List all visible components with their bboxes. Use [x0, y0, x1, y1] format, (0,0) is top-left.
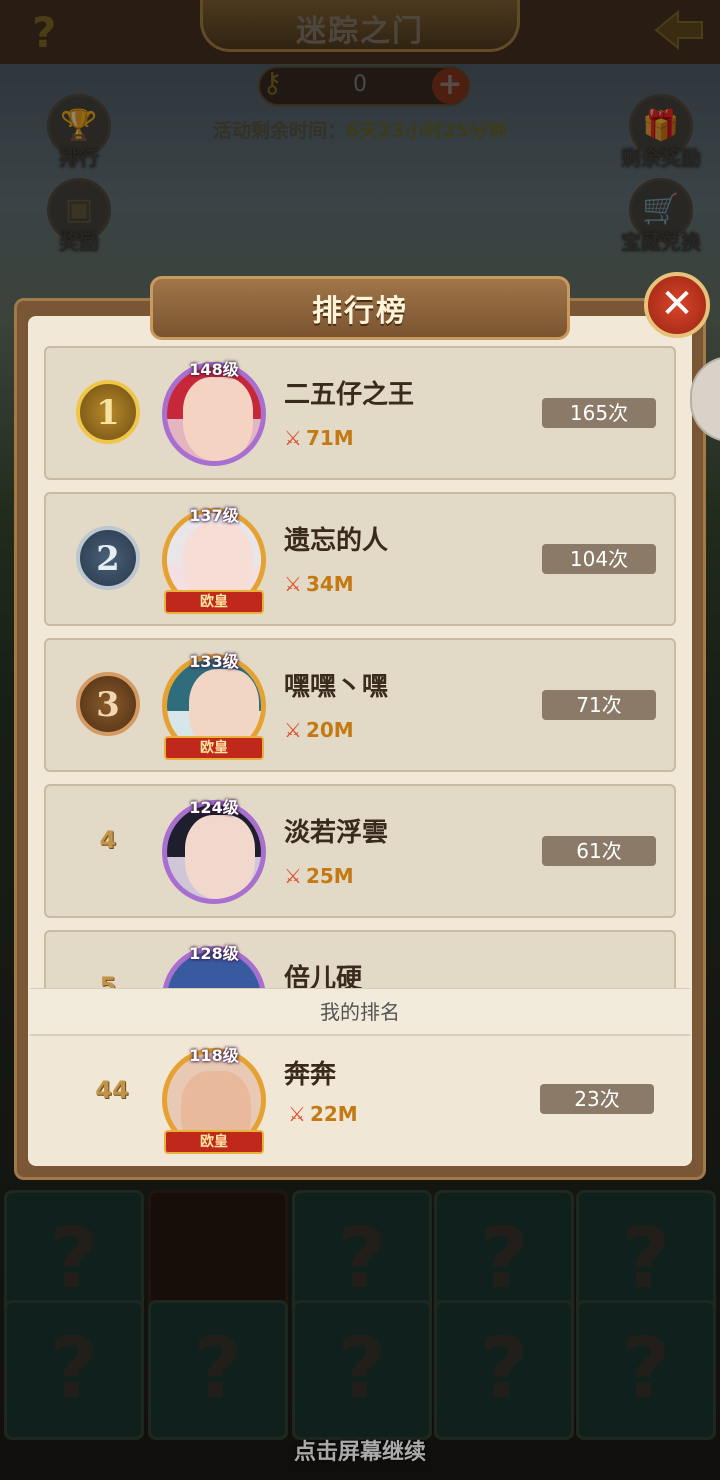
player-level: 128级: [189, 944, 239, 963]
player-name: 遗忘的人: [284, 526, 389, 556]
ranking-row-4[interactable]: 4 124级 淡若浮雲 ⚔ 25M 61次: [44, 784, 676, 918]
swords-icon: ⚔: [284, 864, 302, 888]
my-rank-number: 44: [95, 1076, 129, 1104]
vip-badge: 欧皇: [164, 736, 264, 760]
player-level: 137级: [189, 506, 239, 525]
vip-badge: 欧皇: [164, 1130, 264, 1154]
power-value: ⚔ 25M: [284, 864, 354, 888]
player-level: 148级: [189, 360, 239, 379]
attempt-count: 61次: [542, 836, 656, 866]
player-level: 133级: [189, 652, 239, 671]
ranking-row-2[interactable]: 2 137级 欧皇 遗忘的人 ⚔ 34M 104次: [44, 492, 676, 626]
bronze-medal-icon: 3: [76, 672, 140, 736]
swords-icon: ⚔: [284, 572, 302, 596]
power-value: ⚔ 22M: [288, 1102, 358, 1126]
player-name: 奔奔: [284, 1060, 337, 1090]
attempt-count: 23次: [540, 1084, 654, 1114]
player-name: 淡若浮雲: [284, 818, 389, 848]
power-value: ⚔ 34M: [284, 572, 354, 596]
panel-title: 排行榜: [312, 294, 408, 329]
close-button[interactable]: ✕: [644, 272, 710, 338]
rank-number: 4: [99, 826, 117, 854]
power-value: ⚔ 71M: [284, 426, 354, 450]
my-ranking-row: 44 118级 欧皇 奔奔 ⚔ 22M 23次: [30, 1036, 690, 1162]
attempt-count: 165次: [542, 398, 656, 428]
player-name: 二五仔之王: [284, 380, 415, 410]
ranking-row-1[interactable]: 1 148级 二五仔之王 ⚔ 71M 165次: [44, 346, 676, 480]
ranking-row-5[interactable]: 5 128级 倍儿硬: [44, 930, 676, 988]
swords-icon: ⚔: [284, 718, 302, 742]
vip-badge: 欧皇: [164, 590, 264, 614]
continue-hint[interactable]: 点击屏幕继续: [0, 1434, 720, 1466]
ranking-list[interactable]: 1 148级 二五仔之王 ⚔ 71M 165次 2 137级 欧皇 遗忘的人 ⚔ 3…: [44, 346, 676, 988]
swords-icon: ⚔: [284, 426, 302, 450]
player-level: 124级: [189, 798, 239, 817]
player-name: 嘿嘿丶嘿: [284, 672, 389, 702]
player-level: 118级: [189, 1046, 239, 1065]
silver-medal-icon: 2: [76, 526, 140, 590]
swords-icon: ⚔: [288, 1102, 306, 1126]
attempt-count: 71次: [542, 690, 656, 720]
ranking-row-3[interactable]: 3 133级 欧皇 嘿嘿丶嘿 ⚔ 20M 71次: [44, 638, 676, 772]
player-name: 倍儿硬: [284, 964, 363, 988]
attempt-count: 104次: [542, 544, 656, 574]
rank-number: 5: [99, 972, 117, 988]
gold-medal-icon: 1: [76, 380, 140, 444]
power-value: ⚔ 20M: [284, 718, 354, 742]
my-rank-header: 我的排名: [30, 988, 690, 1036]
